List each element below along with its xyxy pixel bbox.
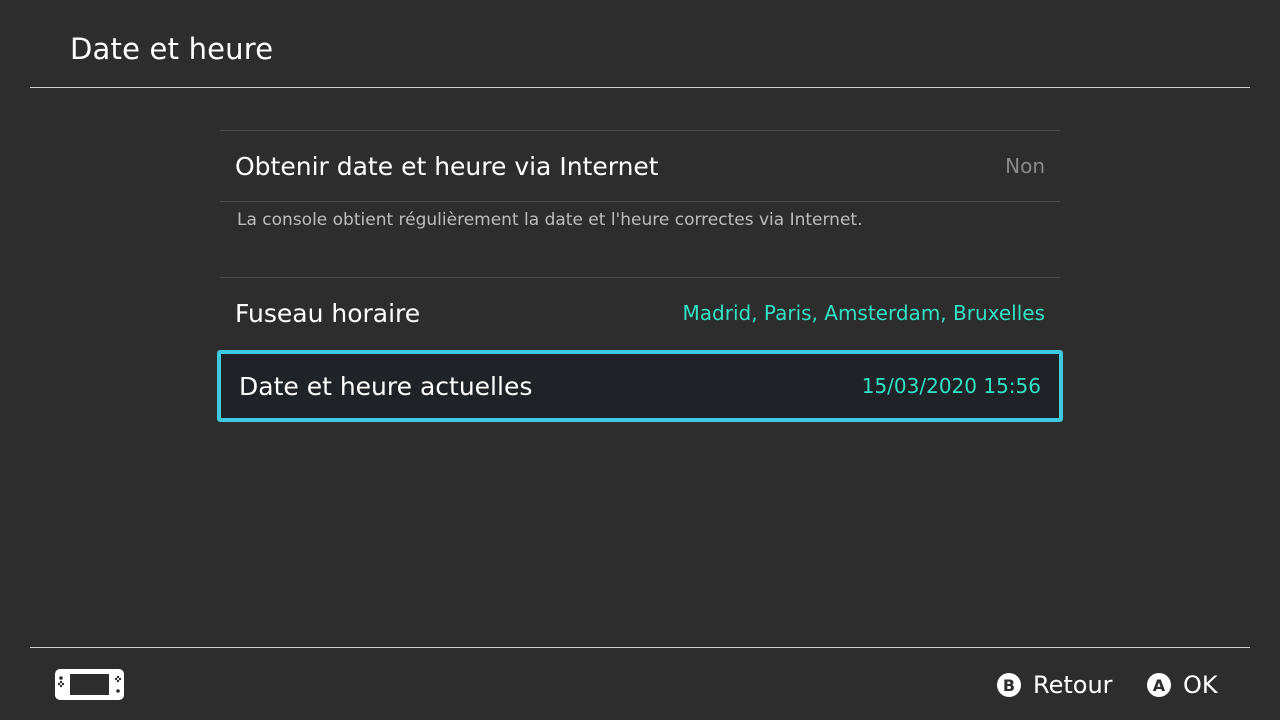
ok-hint[interactable]: A OK bbox=[1147, 670, 1218, 700]
ok-label: OK bbox=[1183, 671, 1218, 699]
internet-sync-description: La console obtient régulièrement la date… bbox=[237, 210, 863, 230]
settings-page: Date et heure Obtenir date et heure via … bbox=[0, 0, 1280, 720]
back-hint[interactable]: B Retour bbox=[997, 670, 1113, 700]
current-datetime-setting[interactable]: Date et heure actuelles 15/03/2020 15:56 bbox=[217, 350, 1063, 422]
settings-list: Obtenir date et heure via Internet Non L… bbox=[217, 130, 1063, 422]
page-title: Date et heure bbox=[70, 32, 274, 66]
timezone-setting[interactable]: Fuseau horaire Madrid, Paris, Amsterdam,… bbox=[220, 278, 1060, 348]
a-button-icon: A bbox=[1147, 673, 1171, 697]
internet-sync-setting[interactable]: Obtenir date et heure via Internet Non bbox=[220, 131, 1060, 201]
header-divider bbox=[30, 87, 1250, 88]
internet-sync-value: Non bbox=[1005, 154, 1045, 178]
timezone-value: Madrid, Paris, Amsterdam, Bruxelles bbox=[682, 301, 1045, 325]
back-label: Retour bbox=[1033, 671, 1113, 699]
timezone-label: Fuseau horaire bbox=[235, 298, 421, 328]
internet-sync-label: Obtenir date et heure via Internet bbox=[235, 151, 659, 181]
footer-divider bbox=[30, 647, 1250, 648]
handheld-console-icon bbox=[55, 669, 124, 700]
current-datetime-value: 15/03/2020 15:56 bbox=[861, 374, 1041, 398]
b-button-icon: B bbox=[997, 673, 1021, 697]
current-datetime-label: Date et heure actuelles bbox=[239, 371, 533, 401]
